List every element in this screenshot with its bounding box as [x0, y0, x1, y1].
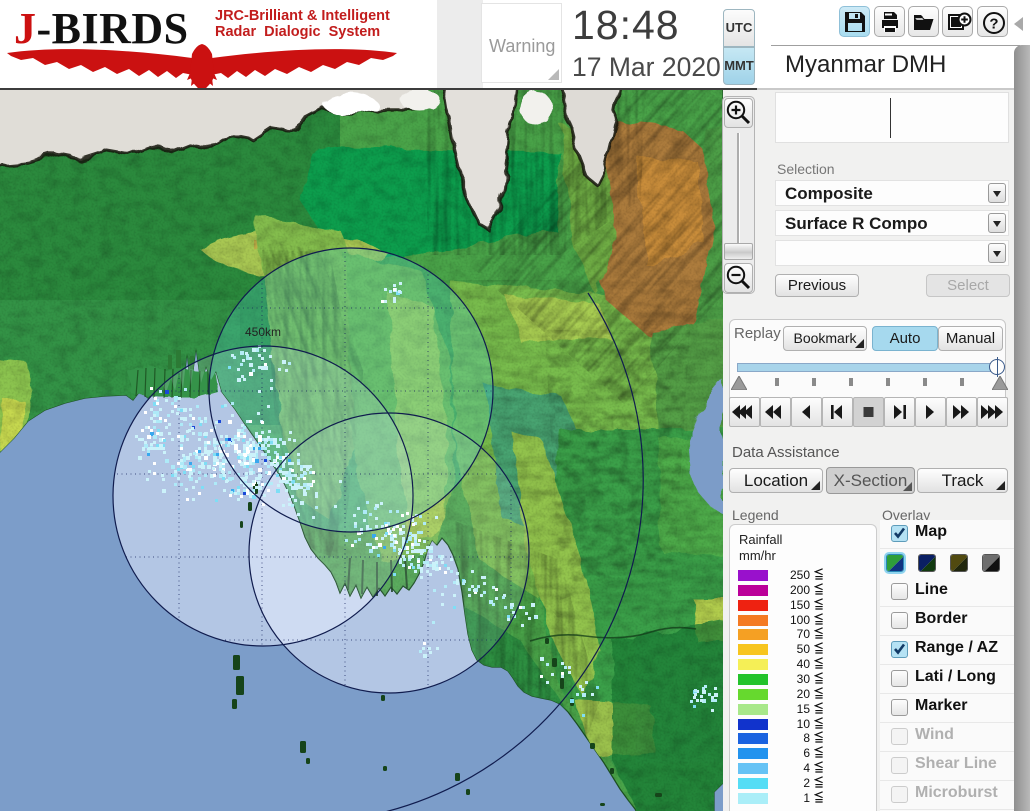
- svg-text:450km: 450km: [245, 325, 281, 339]
- svg-text:?: ?: [989, 16, 998, 33]
